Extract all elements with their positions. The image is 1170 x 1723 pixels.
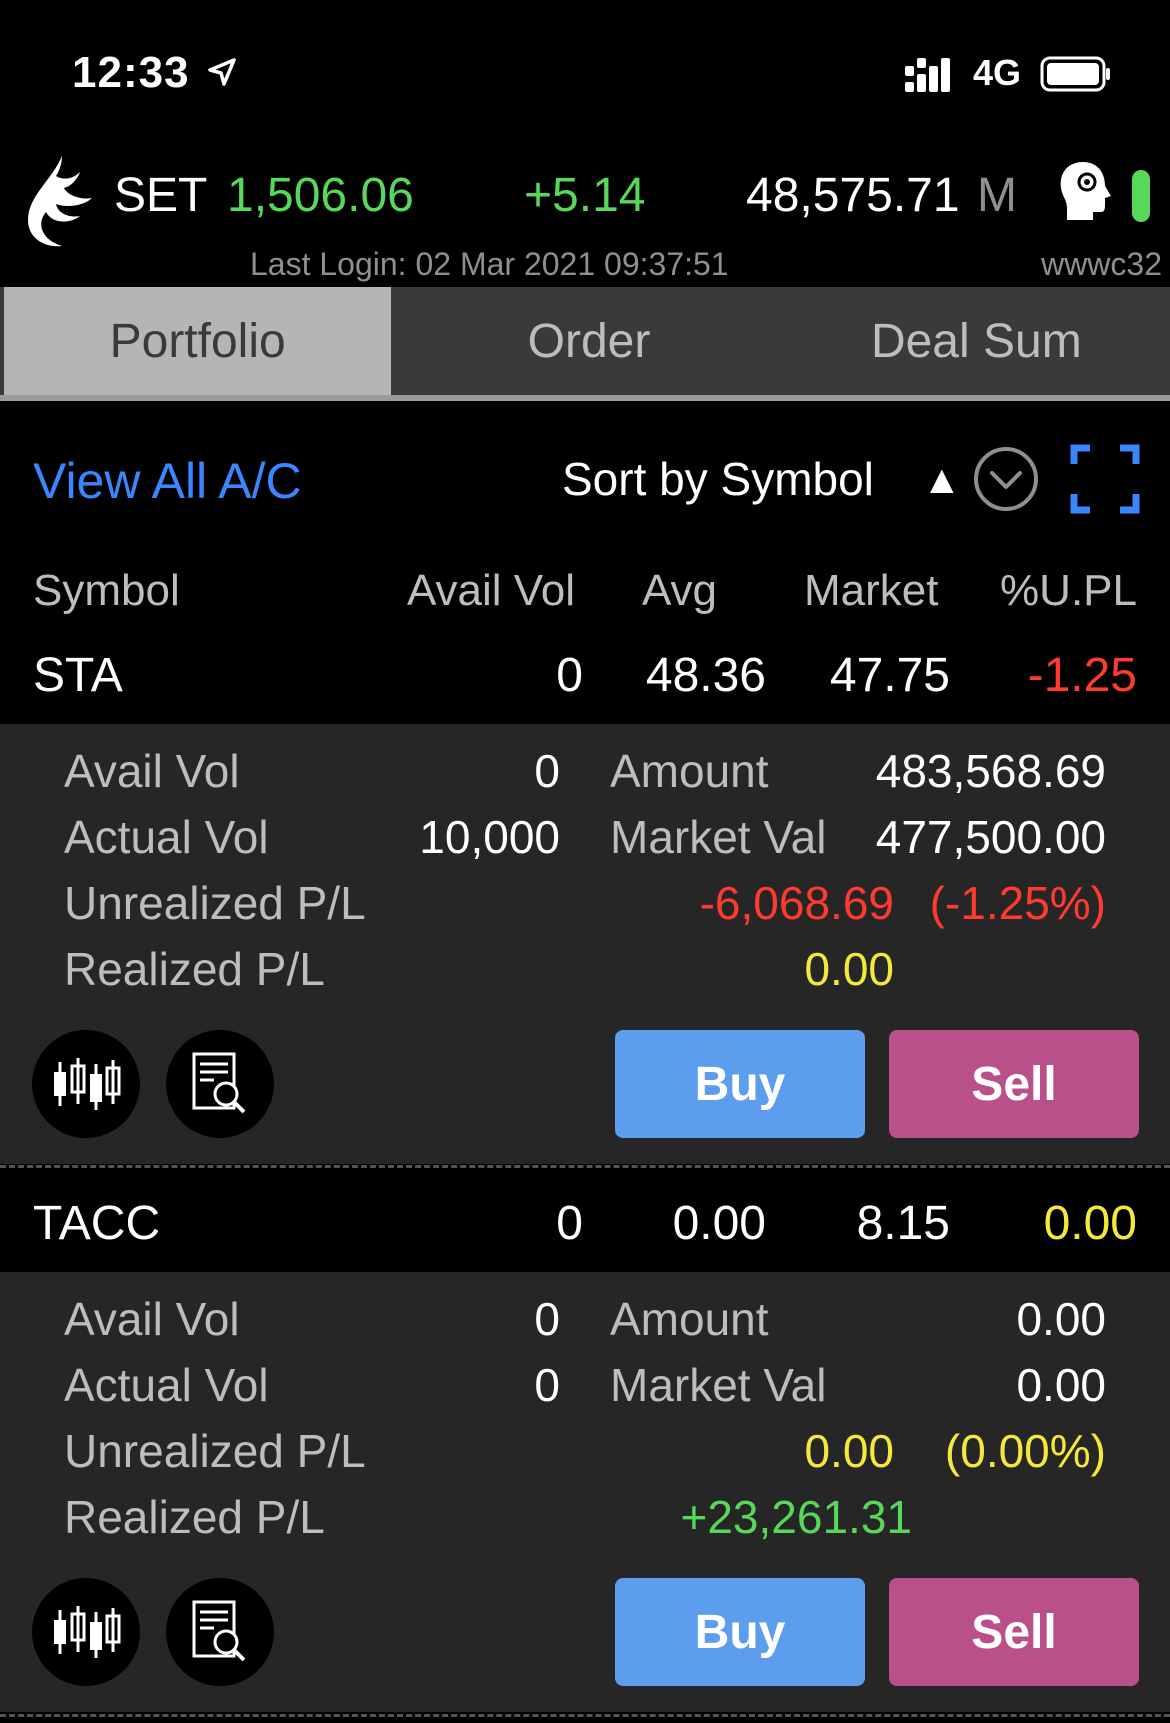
app-logo-icon xyxy=(28,156,92,247)
position-avg: 48.36 xyxy=(645,649,766,702)
market-volume: 48,575.71 xyxy=(746,169,960,222)
position-upl-pct: 0.00 xyxy=(1043,1197,1137,1250)
position-avail-vol: 0 xyxy=(556,1197,583,1250)
battery-icon xyxy=(1040,56,1110,92)
chart-button[interactable] xyxy=(32,1030,140,1138)
position-market: 8.15 xyxy=(856,1197,950,1250)
market-val-label: Market Val xyxy=(610,1359,827,1411)
column-avg: Avg xyxy=(642,566,718,615)
ai-head-icon[interactable] xyxy=(1053,158,1113,222)
index-value: 1,506.06 xyxy=(227,169,414,222)
position-row[interactable]: STA 0 48.36 47.75 -1.25 xyxy=(0,630,1170,716)
position-avail-vol: 0 xyxy=(556,649,583,702)
user-id: wwwc32 xyxy=(1041,246,1162,282)
position-upl-pct: -1.25 xyxy=(1027,649,1137,702)
tab-portfolio[interactable]: Portfolio xyxy=(4,287,392,395)
avail-vol-label: Avail Vol xyxy=(64,1293,240,1345)
buy-button[interactable]: Buy xyxy=(615,1030,865,1138)
tab-deal-sum[interactable]: Deal Sum xyxy=(783,287,1170,395)
research-button[interactable] xyxy=(166,1578,274,1686)
amount-value: 483,568.69 xyxy=(875,745,1106,797)
column-market: Market xyxy=(804,566,939,615)
avail-vol-label: Avail Vol xyxy=(64,745,240,797)
column-symbol: Symbol xyxy=(33,566,180,615)
research-button[interactable] xyxy=(166,1030,274,1138)
avail-vol-value: 0 xyxy=(534,745,560,797)
amount-label: Amount xyxy=(610,1293,769,1345)
fullscreen-icon[interactable] xyxy=(1070,444,1140,514)
sort-ascending-icon[interactable]: ▲ xyxy=(922,458,962,503)
index-name: SET xyxy=(114,169,208,222)
unrealized-pct: (0.00%) xyxy=(944,1425,1106,1477)
actual-vol-label: Actual Vol xyxy=(64,1359,269,1411)
market-val-label: Market Val xyxy=(610,811,827,863)
unrealized-label: Unrealized P/L xyxy=(64,1425,366,1477)
column-upl-pct: %U.PL xyxy=(1000,566,1137,615)
actual-vol-label: Actual Vol xyxy=(64,811,269,863)
amount-value: 0.00 xyxy=(1016,1293,1106,1345)
realized-label: Realized P/L xyxy=(64,943,325,995)
cellular-signal-icon xyxy=(905,58,950,92)
tab-order[interactable]: Order xyxy=(395,287,782,395)
position-symbol: STA xyxy=(33,649,123,702)
market-val-value: 0.00 xyxy=(1016,1359,1106,1411)
connection-status-indicator xyxy=(1132,170,1150,222)
candlestick-chart-icon xyxy=(54,1606,121,1658)
realized-value: +23,261.31 xyxy=(680,1491,912,1543)
index-change: +5.14 xyxy=(524,169,646,222)
position-symbol: TACC xyxy=(33,1197,161,1250)
amount-label: Amount xyxy=(610,745,769,797)
column-avail-vol: Avail Vol xyxy=(407,566,575,615)
sort-label[interactable]: Sort by Symbol xyxy=(562,452,874,506)
sell-button[interactable]: Sell xyxy=(889,1578,1139,1686)
view-all-accounts-link[interactable]: View All A/C xyxy=(33,452,302,510)
status-time: 12:33 xyxy=(72,48,190,97)
volume-unit: M xyxy=(977,169,1017,222)
realized-value: 0.00 xyxy=(804,943,894,995)
position-avg: 0.00 xyxy=(672,1197,766,1250)
actual-vol-value: 0 xyxy=(534,1359,560,1411)
actual-vol-value: 10,000 xyxy=(419,811,560,863)
unrealized-value: 0.00 xyxy=(804,1425,894,1477)
row-divider xyxy=(0,1165,1170,1168)
position-row[interactable]: TACC 0 0.00 8.15 0.00 xyxy=(0,1178,1170,1264)
chart-button[interactable] xyxy=(32,1578,140,1686)
last-login: Last Login: 02 Mar 2021 09:37:51 xyxy=(250,246,729,282)
tab-divider xyxy=(0,395,1170,401)
position-market: 47.75 xyxy=(829,649,950,702)
chevron-down-circle-icon[interactable] xyxy=(972,445,1040,513)
realized-label: Realized P/L xyxy=(64,1491,325,1543)
tab-bar: Portfolio Order Deal Sum xyxy=(0,287,1170,395)
document-search-icon xyxy=(192,1600,246,1662)
position-detail: Avail Vol 0 Amount 483,568.69 Actual Vol… xyxy=(0,724,1170,1164)
market-val-value: 477,500.00 xyxy=(875,811,1106,863)
unrealized-pct: (-1.25%) xyxy=(929,877,1106,929)
avail-vol-value: 0 xyxy=(534,1293,560,1345)
network-type: 4G xyxy=(973,52,1022,93)
buy-button[interactable]: Buy xyxy=(615,1578,865,1686)
row-divider xyxy=(0,1714,1170,1717)
candlestick-chart-icon xyxy=(54,1058,121,1110)
unrealized-value: -6,068.69 xyxy=(699,877,894,929)
document-search-icon xyxy=(192,1052,246,1114)
sell-button[interactable]: Sell xyxy=(889,1030,1139,1138)
location-arrow-icon xyxy=(208,58,236,86)
position-detail: Avail Vol 0 Amount 0.00 Actual Vol 0 Mar… xyxy=(0,1272,1170,1712)
unrealized-label: Unrealized P/L xyxy=(64,877,366,929)
